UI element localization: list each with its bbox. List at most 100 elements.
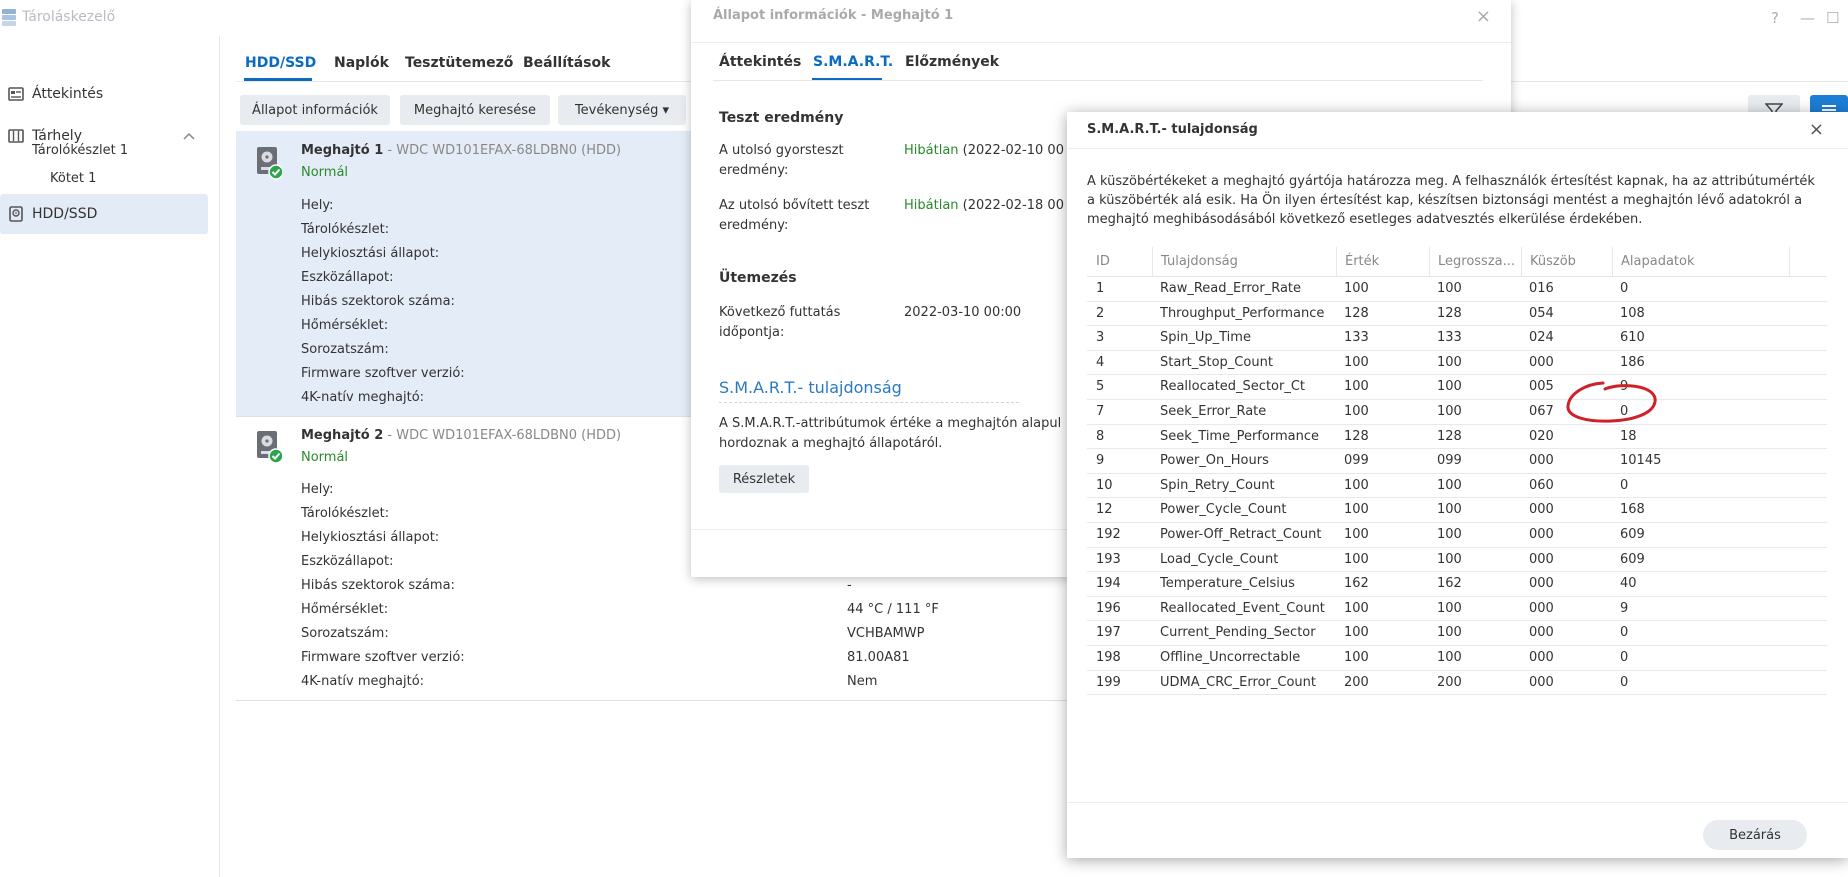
table-row[interactable]: 9 Power_On_Hours 099 099 000 10145 (1087, 449, 1827, 474)
details-button[interactable]: Részletek (719, 465, 809, 493)
extended-test-label-line2: eredmény: (719, 218, 789, 233)
smart-description-line2: hordoznak a meghajtó állapotáról. (719, 436, 943, 451)
cell-id: 199 (1096, 674, 1121, 690)
cell-attribute: Power-Off_Retract_Count (1160, 527, 1322, 542)
cell-worst: 133 (1437, 330, 1462, 346)
divider (719, 402, 1019, 403)
close-button[interactable]: Bezárás (1703, 820, 1807, 850)
sidebar-item-pool[interactable]: Tárolókészlet 1 (32, 143, 128, 158)
tab-logs[interactable]: Naplók (334, 55, 389, 71)
table-row[interactable]: 8 Seek_Time_Performance 128 128 020 18 (1087, 425, 1827, 450)
cell-attribute: Power_Cycle_Count (1160, 502, 1287, 518)
sidebar-item-hdd[interactable]: HDD/SSD (0, 194, 208, 234)
cell-value: 128 (1344, 305, 1369, 321)
table-row[interactable]: 5 Reallocated_Sector_Ct 100 100 005 9 (1087, 375, 1827, 400)
locate-drive-button[interactable]: Meghajtó keresése (400, 95, 550, 125)
cell-id: 1 (1096, 281, 1105, 296)
table-row[interactable]: 193 Load_Cycle_Count 100 100 000 609 (1087, 548, 1827, 573)
cell-id: 3 (1096, 330, 1105, 346)
table-row[interactable]: 4 Start_Stop_Count 100 100 000 186 (1087, 351, 1827, 376)
cell-id: 198 (1096, 650, 1121, 665)
cell-raw: 0 (1620, 650, 1629, 665)
table-row[interactable]: 196 Reallocated_Event_Count 100 100 000 9 (1087, 597, 1827, 622)
tab-settings[interactable]: Beállítások (523, 55, 610, 71)
cell-value: 100 (1344, 551, 1369, 567)
drive-2-firmware-value: 81.00A81 (847, 650, 910, 665)
column-header-threshold[interactable]: Küszöb (1521, 247, 1576, 277)
cell-worst: 162 (1437, 576, 1462, 592)
cell-worst: 100 (1437, 477, 1462, 493)
table-row[interactable]: 194 Temperature_Celsius 162 162 000 40 (1087, 572, 1827, 597)
close-icon[interactable]: × (1476, 6, 1491, 27)
cell-threshold: 000 (1529, 650, 1554, 665)
tab-smart[interactable]: S.M.A.R.T. (813, 54, 893, 70)
column-header-worst[interactable]: Legrossza... (1429, 247, 1515, 277)
cell-attribute: Spin_Up_Time (1160, 330, 1251, 346)
cell-raw: 0 (1620, 625, 1629, 641)
drive-1-serial-label: Sorozatszám: (301, 342, 389, 357)
table-row[interactable]: 10 Spin_Retry_Count 100 100 060 0 (1087, 474, 1827, 499)
divider (236, 700, 1106, 701)
tab-history[interactable]: Előzmények (905, 54, 999, 70)
table-row[interactable]: 12 Power_Cycle_Count 100 100 000 168 (1087, 498, 1827, 523)
table-row[interactable]: 199 UDMA_CRC_Error_Count 200 200 000 0 (1087, 671, 1827, 696)
drive-2-temperature-label: Hőmérséklet: (301, 602, 389, 617)
extended-test-value: Hibátlan (2022-02-18 00 (904, 196, 1064, 216)
storage-icon (8, 129, 24, 143)
minimize-icon[interactable]: — (1800, 9, 1815, 27)
next-run-label-line1: Következő futtatás (719, 305, 841, 320)
tab-hdd-ssd[interactable]: HDD/SSD (245, 55, 316, 71)
quick-test-label: A utolsó gyorsteszt eredmény: (719, 141, 844, 181)
maximize-icon[interactable]: ☐ (1826, 9, 1839, 27)
table-row[interactable]: 1 Raw_Read_Error_Rate 100 100 016 0 (1087, 277, 1827, 302)
cell-worst: 100 (1437, 281, 1462, 296)
cell-id: 12 (1096, 502, 1113, 518)
table-row[interactable]: 3 Spin_Up_Time 133 133 024 610 (1087, 326, 1827, 351)
chevron-up-icon[interactable] (183, 131, 195, 141)
cell-raw: 168 (1620, 502, 1645, 518)
drive-2-bad-sectors-value: - (847, 578, 852, 593)
table-row[interactable]: 2 Throughput_Performance 128 128 054 108 (1087, 302, 1827, 327)
cell-raw: 186 (1620, 354, 1645, 370)
column-header-id[interactable]: ID (1096, 247, 1110, 277)
sidebar-item-volume[interactable]: Kötet 1 (50, 171, 96, 186)
quick-test-status: Hibátlan (904, 143, 959, 158)
cell-value: 100 (1344, 477, 1369, 493)
app-title: Tároláskezelő (22, 9, 116, 25)
cell-worst: 100 (1437, 551, 1462, 567)
cell-threshold: 020 (1529, 428, 1554, 444)
column-header-value[interactable]: Érték (1336, 247, 1379, 277)
tab-test-scheduler[interactable]: Tesztütemező (405, 55, 513, 71)
drive-1-status: Normál (301, 165, 349, 180)
cell-value: 099 (1344, 453, 1369, 469)
cell-attribute: Load_Cycle_Count (1160, 551, 1279, 567)
column-header-raw[interactable]: Alapadatok (1612, 247, 1695, 277)
cell-value: 100 (1344, 354, 1369, 370)
cell-worst: 100 (1437, 625, 1462, 641)
divider (1067, 148, 1848, 149)
help-icon[interactable]: ? (1771, 9, 1779, 27)
health-info-button[interactable]: Állapot információk (240, 95, 390, 125)
cell-worst: 100 (1437, 527, 1462, 542)
table-row[interactable]: 192 Power-Off_Retract_Count 100 100 000 609 (1087, 523, 1827, 548)
extended-test-date: (2022-02-18 00 (958, 198, 1064, 213)
drive-2-status: Normál (301, 450, 349, 465)
column-header-attribute[interactable]: Tulajdonság (1152, 247, 1238, 277)
drive-1-pool-label: Tárolókészlet: (301, 222, 390, 237)
cell-id: 8 (1096, 428, 1105, 444)
table-row[interactable]: 198 Offline_Uncorrectable 100 100 000 0 (1087, 646, 1827, 671)
hdd-icon (9, 206, 23, 222)
divider (691, 42, 1511, 43)
sidebar-item-overview[interactable]: Áttekintés (0, 74, 208, 114)
cell-threshold: 016 (1529, 281, 1554, 296)
cell-id: 197 (1096, 625, 1121, 641)
cell-worst: 099 (1437, 453, 1462, 469)
action-dropdown[interactable]: Tevékenység ▾ (558, 95, 686, 125)
close-icon[interactable]: × (1809, 119, 1824, 140)
cell-threshold: 060 (1529, 477, 1554, 493)
cell-worst: 100 (1437, 379, 1462, 395)
cell-threshold: 024 (1529, 330, 1554, 346)
table-row[interactable]: 7 Seek_Error_Rate 100 100 067 0 (1087, 400, 1827, 425)
tab-overview[interactable]: Áttekintés (719, 54, 801, 70)
table-row[interactable]: 197 Current_Pending_Sector 100 100 000 0 (1087, 621, 1827, 646)
